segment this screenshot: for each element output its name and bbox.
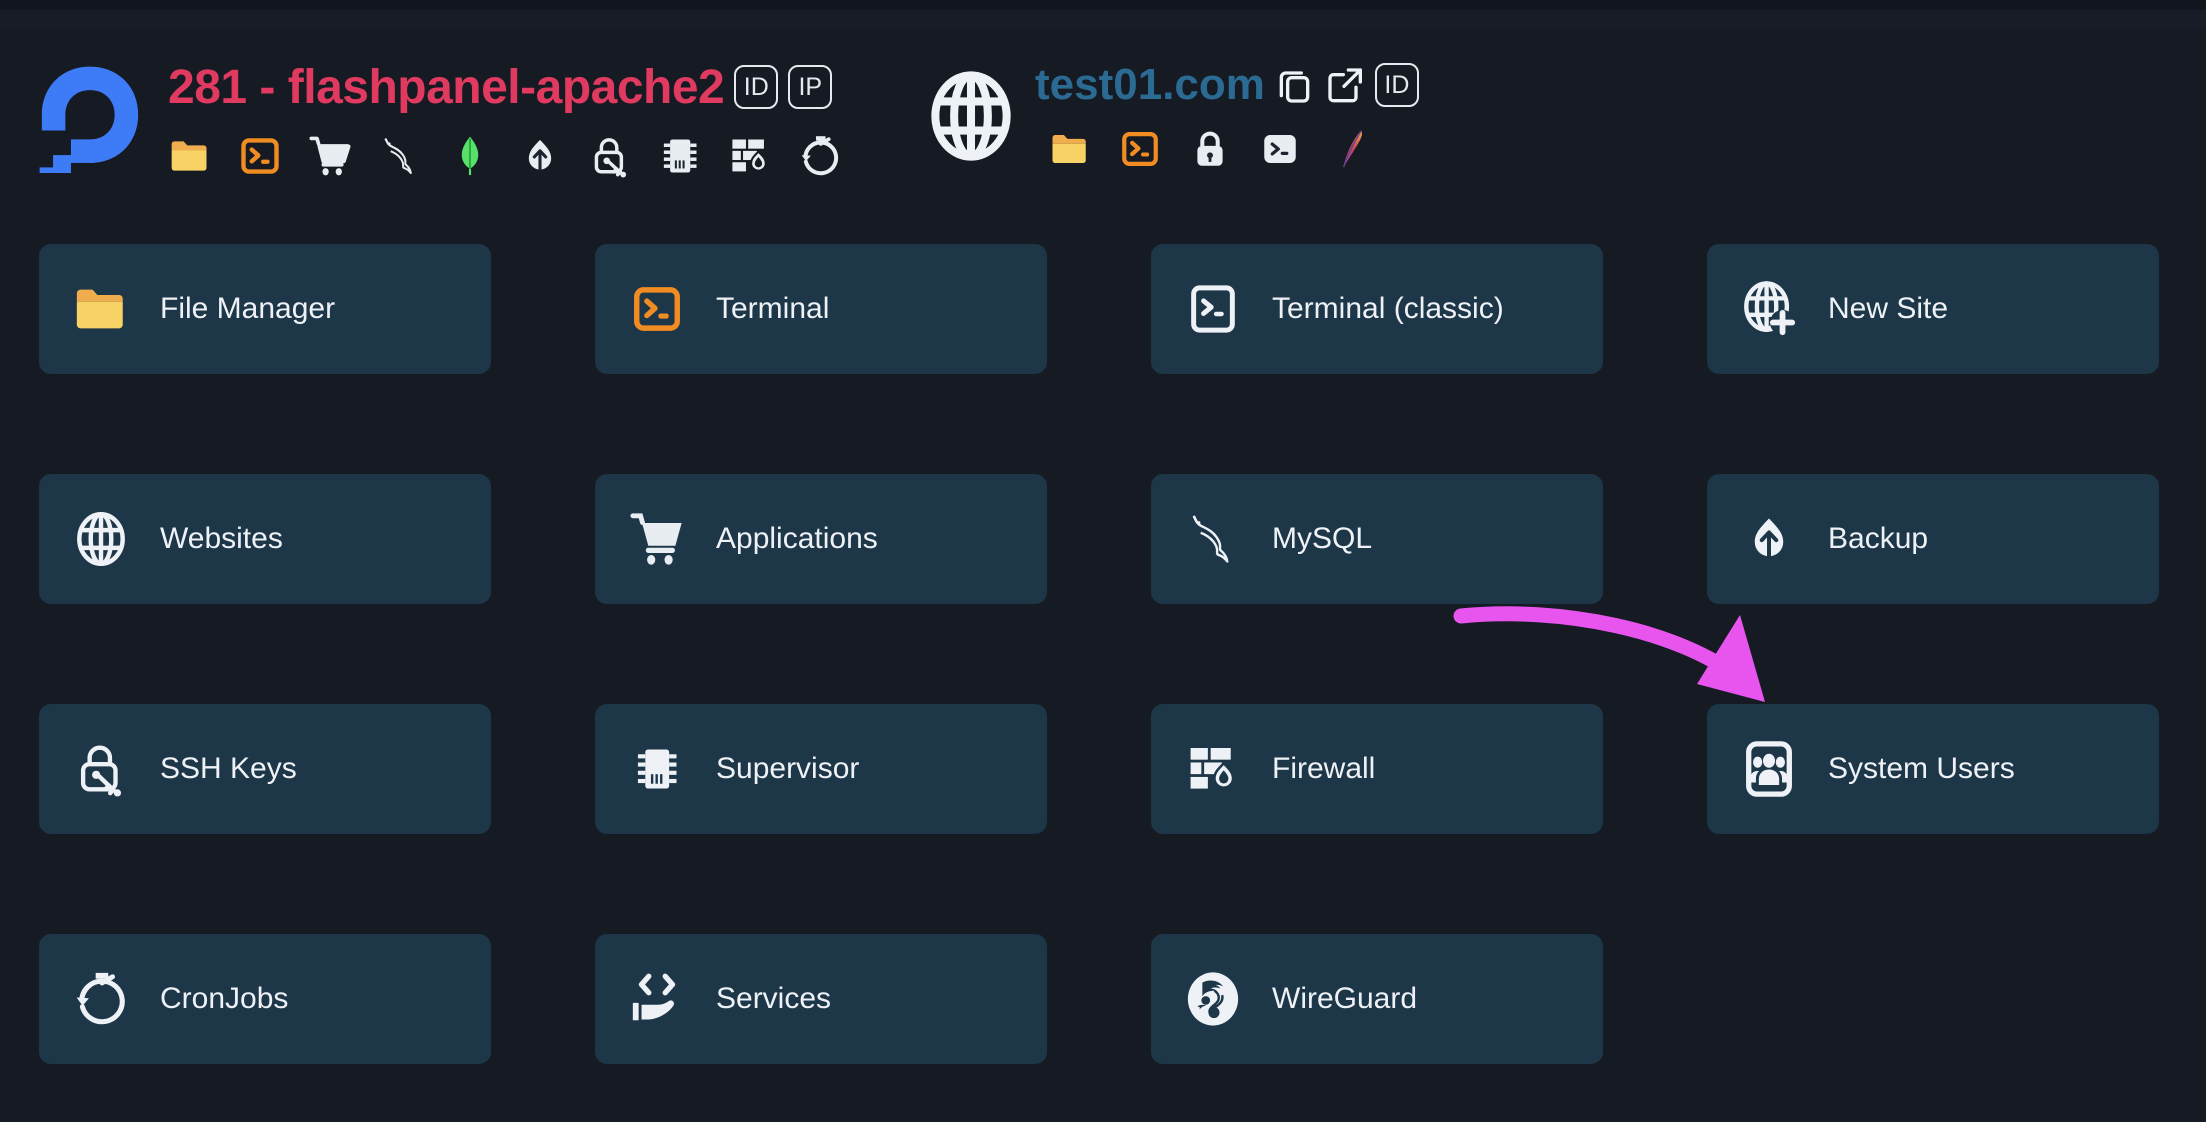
card-label: Applications: [716, 522, 878, 555]
globe-plus-icon: [1740, 280, 1798, 338]
card-label: CronJobs: [160, 982, 289, 1015]
site-header-block: test01.com ID: [925, 56, 1419, 176]
server-id-badge[interactable]: ID: [734, 65, 779, 109]
card-label: SSH Keys: [160, 752, 297, 785]
site-ssl-icon[interactable]: [1189, 128, 1231, 170]
site-id-badge[interactable]: ID: [1374, 63, 1419, 107]
card-label: System Users: [1828, 752, 2015, 785]
card-row: SSH Keys Supervisor Firewall System User…: [39, 704, 2167, 834]
copy-icon[interactable]: [1275, 65, 1315, 105]
card-label: MySQL: [1272, 522, 1373, 555]
card-backup[interactable]: Backup: [1707, 474, 2159, 604]
terminal-icon: [628, 280, 686, 338]
card-services[interactable]: Services: [595, 934, 1047, 1064]
lock-key-icon: [72, 740, 130, 798]
card-label: New Site: [1828, 292, 1949, 325]
card-label: Websites: [160, 522, 283, 555]
site-title: test01.com: [1035, 60, 1265, 109]
page-header: 281 - flashpanel-apache2 ID IP test01.co…: [0, 28, 2206, 191]
server-mongodb-icon[interactable]: [448, 134, 492, 178]
server-supervisor-icon[interactable]: [658, 134, 702, 178]
card-system-users[interactable]: System Users: [1707, 704, 2159, 834]
globe-icon: [931, 71, 1011, 161]
card-applications[interactable]: Applications: [595, 474, 1047, 604]
server-ip-badge[interactable]: IP: [788, 65, 833, 109]
users-icon: [1740, 740, 1798, 798]
header-band: [0, 10, 2206, 28]
server-backup-icon[interactable]: [518, 134, 562, 178]
flashpanel-dashboard: 281 - flashpanel-apache2 ID IP test01.co…: [0, 0, 2206, 1122]
card-new-site[interactable]: New Site: [1707, 244, 2159, 374]
card-terminal-classic[interactable]: Terminal (classic): [1151, 244, 1603, 374]
server-mysql-icon[interactable]: [378, 134, 422, 178]
card-terminal[interactable]: Terminal: [595, 244, 1047, 374]
server-title: 281 - flashpanel-apache2: [168, 60, 725, 114]
card-firewall[interactable]: Firewall: [1151, 704, 1603, 834]
globe-icon: [72, 510, 130, 568]
card-label: Terminal: [716, 292, 830, 325]
server-cronjobs-icon[interactable]: [798, 134, 842, 178]
card-cronjobs[interactable]: CronJobs: [39, 934, 491, 1064]
card-label: Services: [716, 982, 832, 1015]
site-file-manager-icon[interactable]: [1049, 128, 1091, 170]
site-apache-icon[interactable]: [1329, 128, 1371, 170]
stopwatch-icon: [72, 970, 130, 1028]
server-applications-icon[interactable]: [308, 134, 352, 178]
server-firewall-icon[interactable]: [728, 134, 772, 178]
card-ssh-keys[interactable]: SSH Keys: [39, 704, 491, 834]
card-row: File Manager Terminal Terminal (classic)…: [39, 244, 2167, 374]
card-wireguard[interactable]: WireGuard: [1151, 934, 1603, 1064]
folder-icon: [72, 280, 130, 338]
terminal-classic-icon: [1184, 280, 1242, 338]
server-file-manager-icon[interactable]: [168, 134, 212, 178]
card-label: Firewall: [1272, 752, 1376, 785]
card-row: Websites Applications MySQL Backup: [39, 474, 2167, 604]
card-mysql[interactable]: MySQL: [1151, 474, 1603, 604]
site-terminal-classic-icon[interactable]: [1259, 128, 1301, 170]
card-file-manager[interactable]: File Manager: [39, 244, 491, 374]
digitalocean-logo: [39, 66, 139, 173]
card-row: CronJobs Services WireGuard: [39, 934, 2167, 1064]
firewall-icon: [1184, 740, 1242, 798]
card-label: File Manager: [160, 292, 336, 325]
top-strip: [0, 0, 2206, 10]
cart-icon: [628, 510, 686, 568]
card-label: Backup: [1828, 522, 1929, 555]
mysql-dolphin-icon: [1184, 510, 1242, 568]
card-label: Supervisor: [716, 752, 860, 785]
wireguard-icon: [1184, 970, 1242, 1028]
cloud-upload-icon: [1740, 510, 1798, 568]
server-terminal-icon[interactable]: [238, 134, 282, 178]
site-toolbar: [1035, 122, 1419, 176]
chip-icon: [628, 740, 686, 798]
feature-card-grid: File Manager Terminal Terminal (classic)…: [39, 244, 2167, 1122]
card-empty: [1707, 934, 2159, 1064]
site-terminal-icon[interactable]: [1119, 128, 1161, 170]
external-link-icon[interactable]: [1325, 65, 1365, 105]
server-ssh-keys-icon[interactable]: [588, 134, 632, 178]
card-websites[interactable]: Websites: [39, 474, 491, 604]
server-toolbar: [168, 128, 842, 184]
card-label: Terminal (classic): [1272, 292, 1504, 325]
server-header-block: 281 - flashpanel-apache2 ID IP: [168, 56, 842, 184]
services-icon: [628, 970, 686, 1028]
card-supervisor[interactable]: Supervisor: [595, 704, 1047, 834]
card-label: WireGuard: [1272, 982, 1418, 1015]
